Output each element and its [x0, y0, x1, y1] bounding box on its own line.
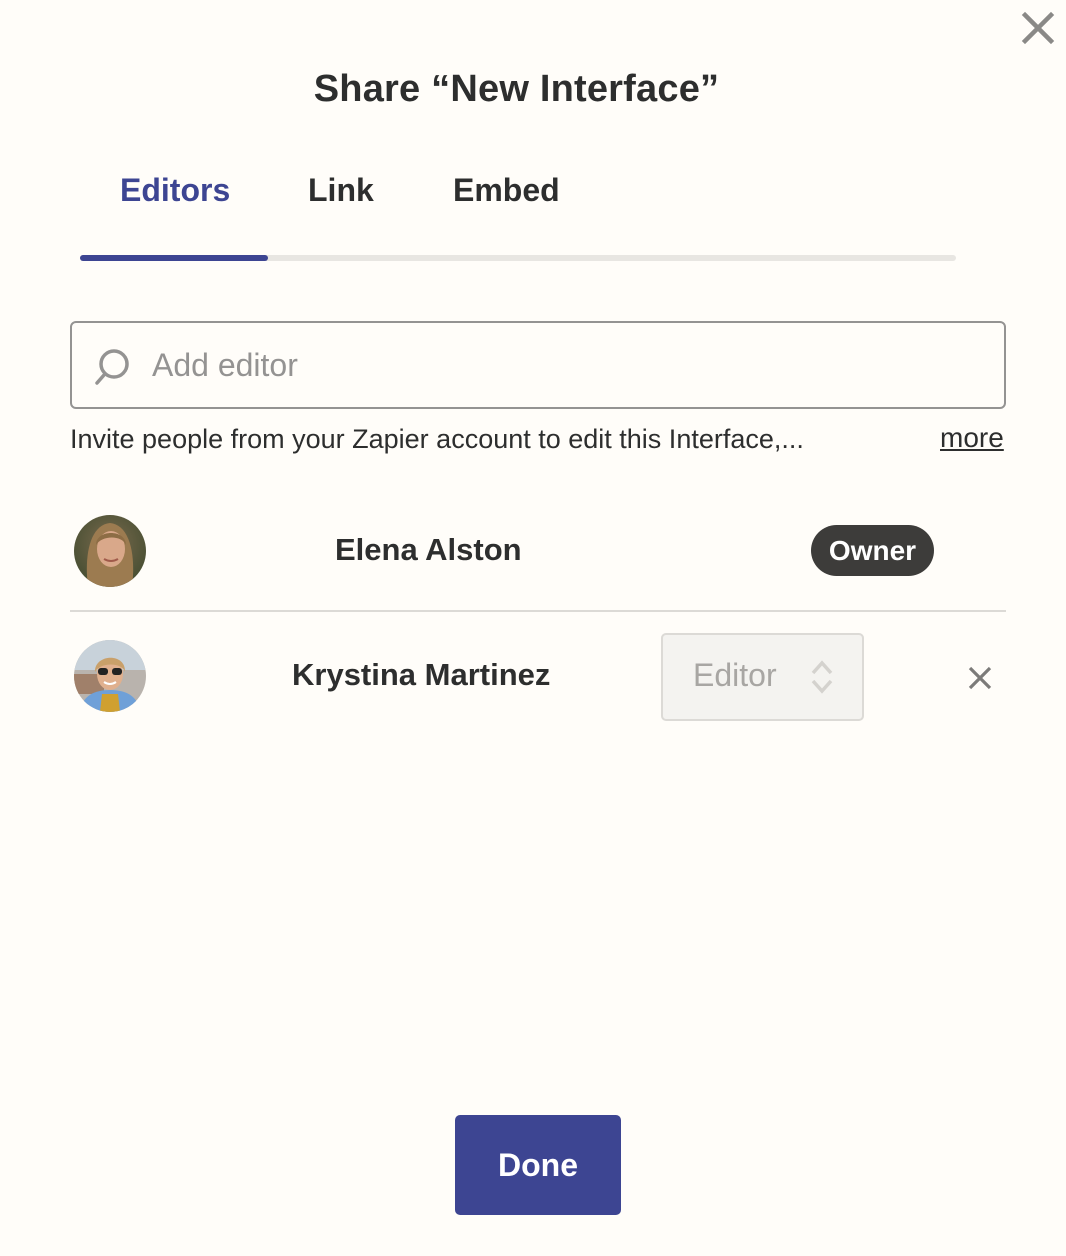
- done-button[interactable]: Done: [455, 1115, 621, 1215]
- more-link[interactable]: more: [940, 422, 1004, 454]
- avatar: [74, 640, 146, 712]
- chevron-up-down-icon: [811, 660, 833, 694]
- close-icon: [968, 666, 992, 690]
- avatar: [74, 515, 146, 587]
- tab-bar: Editors Link Embed: [80, 170, 956, 262]
- remove-member-button[interactable]: [966, 664, 994, 692]
- dialog-title: Share “New Interface”: [313, 68, 720, 110]
- owner-badge: Owner: [811, 525, 934, 576]
- member-name: Krystina Martinez: [292, 657, 551, 692]
- invite-hint-text: Invite people from your Zapier account t…: [70, 424, 804, 454]
- member-row: Elena Alston Owner: [70, 500, 1006, 600]
- add-editor-input[interactable]: [152, 323, 982, 407]
- close-dialog-button[interactable]: [1018, 8, 1058, 48]
- close-icon: [1021, 11, 1055, 45]
- add-editor-field[interactable]: [70, 321, 1006, 409]
- active-tab-indicator: [80, 255, 268, 261]
- search-icon: [95, 349, 129, 385]
- member-row: Krystina Martinez: [70, 625, 1006, 725]
- tab-embed[interactable]: Embed: [453, 170, 560, 211]
- member-name: Elena Alston: [335, 532, 522, 567]
- tab-editors[interactable]: Editors: [120, 170, 230, 211]
- member-divider: [70, 610, 1006, 612]
- role-select-value: Editor: [693, 657, 777, 693]
- role-select[interactable]: Editor: [661, 633, 864, 721]
- tab-link[interactable]: Link: [308, 170, 374, 211]
